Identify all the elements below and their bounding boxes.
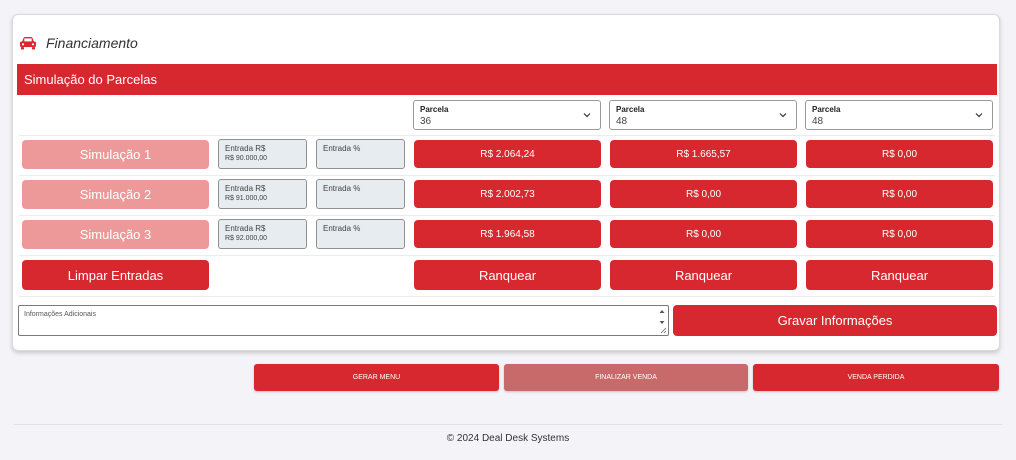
section-title: Simulação do Parcelas	[24, 72, 157, 87]
installment-value: R$ 1.665,57	[610, 140, 797, 168]
select-label: Parcela	[812, 105, 841, 114]
textarea-placeholder: Informações Adicionais	[24, 311, 96, 318]
entry-percent-label: Entrada %	[323, 184, 361, 193]
installment-value: R$ 0,00	[806, 180, 993, 208]
entry-rs-value: R$ 90.000,00	[225, 155, 268, 162]
select-value: 48	[812, 116, 824, 127]
lost-sale-button[interactable]: VENDA PERDIDA	[753, 364, 999, 391]
rank-button-1[interactable]: Ranquear	[414, 260, 601, 290]
installment-value: R$ 1.964,58	[414, 220, 601, 248]
additional-info-textarea[interactable]: Informações Adicionais	[18, 305, 669, 336]
clear-entries-button[interactable]: Limpar Entradas	[22, 260, 209, 290]
row-divider	[19, 255, 995, 256]
simulation-2-button[interactable]: Simulação 2	[22, 180, 209, 209]
row-divider	[19, 296, 995, 297]
select-value: 48	[616, 116, 628, 127]
row-divider	[19, 215, 995, 216]
finalize-sale-button[interactable]: FINALIZAR VENDA	[504, 364, 748, 391]
entry-percent-field[interactable]: Entrada %	[316, 219, 405, 249]
entry-rs-value: R$ 92.000,00	[225, 235, 268, 242]
card-title: Financiamento	[46, 35, 138, 51]
section-title-bar: Simulação do Parcelas	[17, 64, 997, 95]
installment-value: R$ 0,00	[806, 140, 993, 168]
entry-rs-value: R$ 91.000,00	[225, 195, 268, 202]
rank-button-2[interactable]: Ranquear	[610, 260, 797, 290]
footer-divider	[14, 424, 1002, 425]
installment-value: R$ 0,00	[610, 180, 797, 208]
select-label: Parcela	[420, 105, 449, 114]
row-divider	[19, 135, 995, 136]
entry-rs-field[interactable]: Entrada R$ R$ 91.000,00	[218, 179, 307, 209]
installment-value: R$ 2.064,24	[414, 140, 601, 168]
chevron-down-icon	[779, 113, 787, 118]
entry-percent-field[interactable]: Entrada %	[316, 139, 405, 169]
parcela-select-3[interactable]: Parcela 48	[805, 100, 993, 130]
parcela-select-1[interactable]: Parcela 36	[413, 100, 601, 130]
footer-copyright: © 2024 Deal Desk Systems	[446, 433, 570, 444]
entry-rs-label: Entrada R$	[225, 144, 266, 153]
save-info-button[interactable]: Gravar Informações	[673, 305, 997, 336]
select-value: 36	[420, 116, 432, 127]
installment-value: R$ 2.002,73	[414, 180, 601, 208]
parcela-select-2[interactable]: Parcela 48	[609, 100, 797, 130]
card-header: Financiamento	[19, 33, 138, 53]
resize-grip-icon[interactable]	[660, 327, 667, 334]
entry-percent-label: Entrada %	[323, 144, 361, 153]
installment-value: R$ 0,00	[610, 220, 797, 248]
scroll-up-icon[interactable]	[659, 309, 665, 314]
scroll-down-icon[interactable]	[659, 320, 665, 325]
generate-menu-button[interactable]: GERAR MENU	[254, 364, 499, 391]
entry-percent-field[interactable]: Entrada %	[316, 179, 405, 209]
entry-rs-label: Entrada R$	[225, 184, 266, 193]
chevron-down-icon	[975, 113, 983, 118]
installment-value: R$ 0,00	[806, 220, 993, 248]
entry-rs-field[interactable]: Entrada R$ R$ 90.000,00	[218, 139, 307, 169]
select-label: Parcela	[616, 105, 645, 114]
row-divider	[19, 175, 995, 176]
chevron-down-icon	[583, 113, 591, 118]
entry-rs-label: Entrada R$	[225, 224, 266, 233]
car-icon	[20, 37, 36, 50]
financing-card: Financiamento Simulação do Parcelas Parc…	[12, 14, 1000, 351]
simulation-1-button[interactable]: Simulação 1	[22, 140, 209, 169]
entry-rs-field[interactable]: Entrada R$ R$ 92.000,00	[218, 219, 307, 249]
entry-percent-label: Entrada %	[323, 224, 361, 233]
simulation-3-button[interactable]: Simulação 3	[22, 220, 209, 249]
rank-button-3[interactable]: Ranquear	[806, 260, 993, 290]
